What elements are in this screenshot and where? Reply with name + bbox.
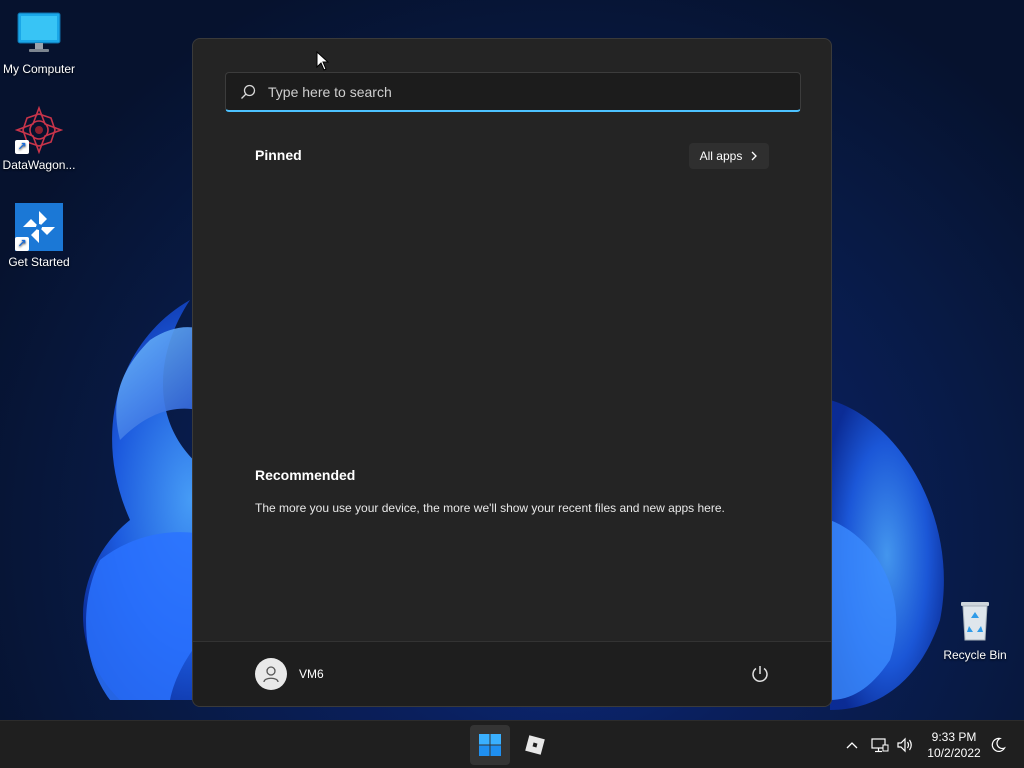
datawagon-logo-icon: ↗ <box>14 105 64 155</box>
desktop-icon-datawagon[interactable]: ↗ DataWagon... <box>0 105 81 172</box>
moon-icon <box>991 737 1006 752</box>
volume-button[interactable] <box>895 735 915 755</box>
desktop-icon-get-started[interactable]: ↗ Get Started <box>0 203 81 269</box>
network-button[interactable] <box>870 735 890 755</box>
taskbar: 9:33 PM 10/2/2022 <box>0 720 1024 768</box>
clock-date: 10/2/2022 <box>927 746 981 760</box>
search-box[interactable] <box>225 72 801 112</box>
desktop-icon-my-computer[interactable]: My Computer <box>0 10 81 76</box>
start-menu-footer: VM6 <box>193 641 831 706</box>
network-icon <box>871 738 889 753</box>
shortcut-arrow-icon: ↗ <box>15 237 29 251</box>
shortcut-arrow-icon: ↗ <box>15 140 29 154</box>
focus-assist-button[interactable] <box>988 735 1008 755</box>
pinned-title: Pinned <box>255 147 302 163</box>
monitor-icon <box>15 10 63 58</box>
taskbar-clock[interactable]: 9:33 PM 10/2/2022 <box>918 729 990 761</box>
power-button[interactable] <box>749 663 771 685</box>
volume-icon <box>897 737 912 753</box>
desktop-icon-recycle-bin[interactable]: Recycle Bin <box>933 596 1017 662</box>
chevron-up-icon <box>846 742 858 749</box>
desktop-icon-label: Recycle Bin <box>943 648 1007 662</box>
power-icon <box>752 666 768 682</box>
avatar <box>255 658 287 690</box>
desktop-icon-label: DataWagon... <box>2 158 76 172</box>
windows-logo-icon <box>479 734 501 756</box>
desktop-icon-label: Get Started <box>8 255 70 269</box>
desktop-icon-label: My Computer <box>2 62 76 76</box>
chevron-right-icon <box>751 151 758 161</box>
show-hidden-icons-button[interactable] <box>842 735 862 755</box>
taskbar-app-roblox[interactable] <box>515 725 555 765</box>
all-apps-button[interactable]: All apps <box>689 143 769 169</box>
search-icon <box>241 84 256 99</box>
recycle-bin-icon <box>951 596 999 644</box>
all-apps-label: All apps <box>699 149 743 163</box>
user-account-button[interactable]: VM6 <box>255 658 324 690</box>
recommended-title: Recommended <box>255 467 356 483</box>
get-started-icon: ↗ <box>15 203 63 251</box>
start-menu: Pinned All apps Recommended The more you… <box>192 38 832 707</box>
user-icon <box>263 666 279 683</box>
clock-time: 9:33 PM <box>931 730 977 744</box>
roblox-icon <box>525 735 545 755</box>
start-button[interactable] <box>470 725 510 765</box>
recommended-message: The more you use your device, the more w… <box>255 501 725 515</box>
user-name: VM6 <box>299 667 324 681</box>
mouse-cursor-icon <box>316 51 330 71</box>
search-input[interactable] <box>268 83 788 100</box>
